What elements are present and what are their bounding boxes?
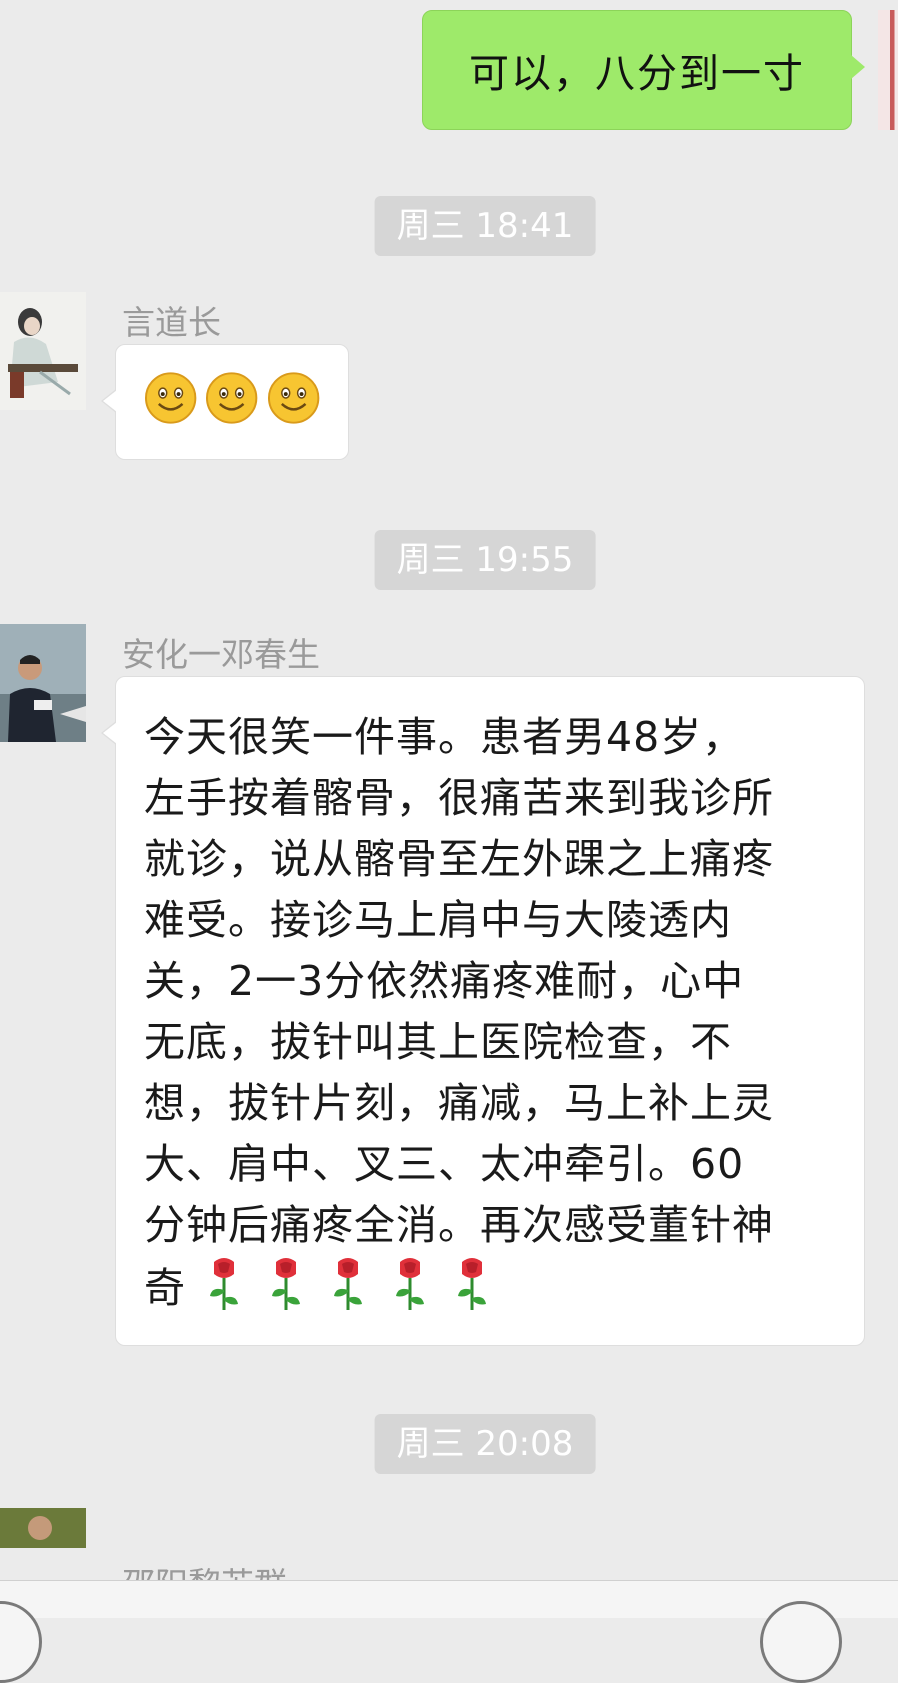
rose-emoji-icon xyxy=(324,1256,372,1310)
smile-emoji-icon xyxy=(206,372,258,424)
outgoing-message-text: 可以，八分到一寸 xyxy=(469,51,805,97)
sender-name: 安化一邓春生 xyxy=(122,635,320,674)
self-avatar[interactable] xyxy=(878,10,898,130)
input-toolbar xyxy=(0,1580,898,1683)
rose-emoji-icon xyxy=(262,1256,310,1310)
timestamp-pill: 周三 19:55 xyxy=(374,530,596,590)
timestamp-pill: 周三 18:41 xyxy=(374,196,596,256)
rose-emoji-icon xyxy=(200,1256,248,1310)
chat-area[interactable]: 可以，八分到一寸 周三 18:41 言道长 周三 19:55 安化一邓春生 今天… xyxy=(0,0,898,1580)
smile-emoji-icon xyxy=(144,372,197,424)
incoming-message-bubble[interactable]: 今天很笑一件事。患者男48岁， 左手按着髂骨，很痛苦来到我诊所 就诊，说从髂骨至… xyxy=(101,676,865,1346)
avatar[interactable] xyxy=(0,624,86,742)
smile-emoji-icon xyxy=(267,372,319,424)
message-text: 今天很笑一件事。患者男48岁， 左手按着髂骨，很痛苦来到我诊所 就诊，说从髂骨至… xyxy=(116,677,864,1345)
message-body: 今天很笑一件事。患者男48岁， 左手按着髂骨，很痛苦来到我诊所 就诊，说从髂骨至… xyxy=(144,713,774,1312)
emoji-button[interactable] xyxy=(760,1601,842,1683)
rose-emoji-icon xyxy=(386,1256,434,1310)
avatar[interactable] xyxy=(0,292,86,410)
avatar[interactable] xyxy=(0,1508,86,1548)
rose-emoji-icon xyxy=(448,1256,496,1310)
outgoing-message-bubble[interactable]: 可以，八分到一寸 xyxy=(422,10,865,130)
voice-toggle-button[interactable] xyxy=(0,1601,42,1683)
sender-name: 邵阳黎苏群 xyxy=(122,1558,287,1580)
timestamp-pill: 周三 20:08 xyxy=(374,1414,596,1474)
incoming-message-bubble[interactable] xyxy=(101,344,349,460)
rose-emoji-row xyxy=(186,1258,496,1312)
sender-name: 言道长 xyxy=(122,303,221,342)
